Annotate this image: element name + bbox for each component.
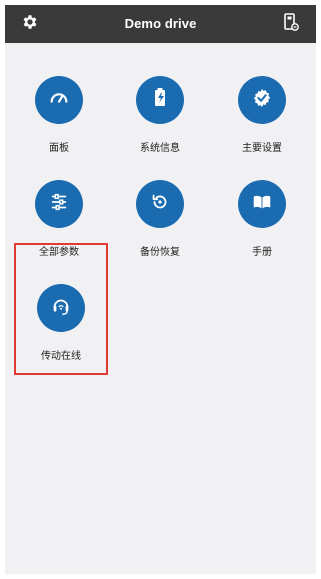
device-icon [283, 13, 299, 35]
tile-panel-circle [35, 76, 83, 124]
tile-backup-restore-label: 备份恢复 [140, 247, 180, 258]
tile-main-settings-label: 主要设置 [242, 143, 282, 154]
sliders-icon [48, 191, 70, 217]
tile-drive-online-circle [37, 284, 85, 332]
tile-main-settings-circle [238, 76, 286, 124]
tile-drive-online-label: 传动在线 [41, 351, 81, 362]
main-content: 面板 系统信息 主要设置 全部参数 备份恢复 手册 传动在线 [5, 43, 316, 574]
battery-icon [150, 87, 170, 113]
tile-system-info-label: 系统信息 [140, 143, 180, 154]
tile-backup-restore[interactable]: 备份恢复 [110, 180, 210, 270]
tile-manual[interactable]: 手册 [212, 180, 312, 270]
app-title: Demo drive [124, 16, 197, 31]
settings-check-icon [251, 87, 273, 113]
top-bar: Demo drive [5, 5, 316, 43]
tile-system-info-circle [136, 76, 184, 124]
tile-backup-restore-circle [136, 180, 184, 228]
book-icon [251, 191, 273, 217]
tile-manual-label: 手册 [252, 247, 272, 258]
tile-drive-online[interactable]: 传动在线 [11, 284, 111, 374]
tile-all-params-circle [35, 180, 83, 228]
gauge-icon [48, 87, 70, 113]
tile-manual-circle [238, 180, 286, 228]
tile-main-settings[interactable]: 主要设置 [212, 76, 312, 166]
device-button[interactable] [279, 12, 303, 36]
tile-panel-label: 面板 [49, 143, 69, 154]
restore-icon [149, 191, 171, 217]
app-screen: Demo drive 面板 系统信息 主要设置 全部参数 备份恢复 手册 传动在… [0, 0, 321, 579]
tile-panel[interactable]: 面板 [9, 76, 109, 166]
tile-system-info[interactable]: 系统信息 [110, 76, 210, 166]
headset-icon [50, 295, 72, 321]
